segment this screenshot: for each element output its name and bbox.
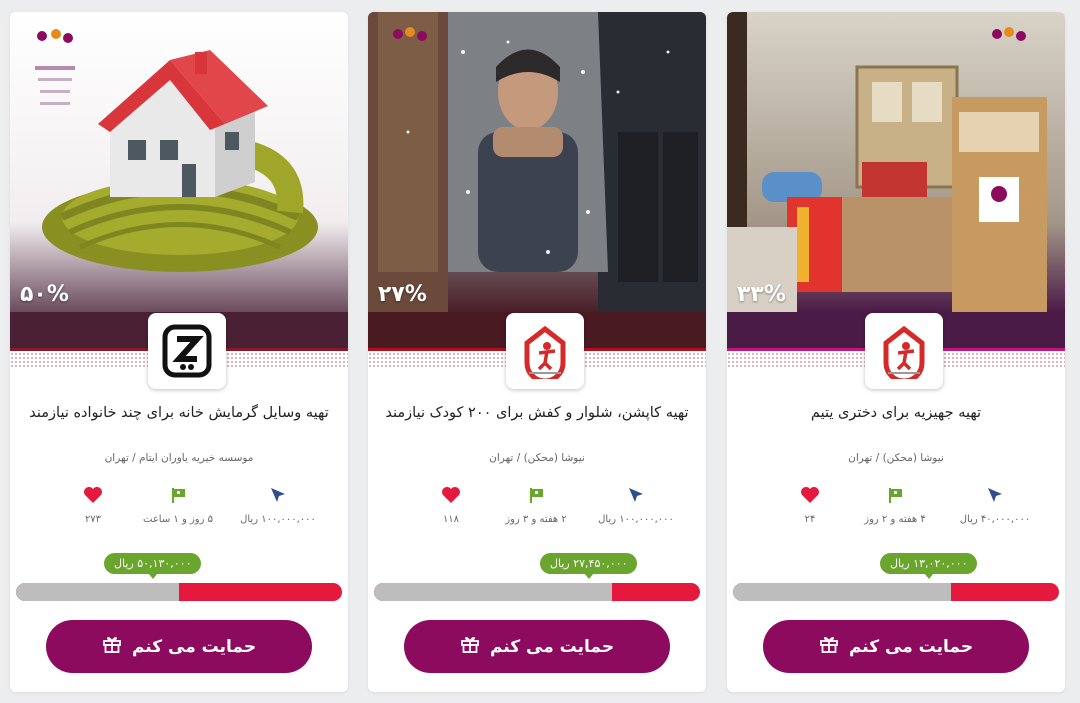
support-button[interactable]: حمایت می کنم <box>404 620 670 673</box>
progress-fill <box>733 583 952 601</box>
support-button-label: حمایت می کنم <box>489 636 615 657</box>
raised-amount-badge: ۵۰,۱۳۰,۰۰۰ ریال <box>104 553 202 579</box>
charity-location[interactable]: نیوشا (محکن) / تهران <box>727 452 1065 464</box>
campaign-stats: ۱۰۰,۰۰۰,۰۰۰ ریال ۵ روز و ۱ ساعت ۲۷۳ <box>10 484 348 534</box>
campaign-card[interactable]: ۲۷% تهیه کاپشن، شلوار و کفش برای ۲۰۰ کود… <box>368 12 706 692</box>
charity-logo[interactable] <box>865 313 943 389</box>
charity-logo[interactable] <box>506 313 584 389</box>
yavaran-logo-icon <box>162 324 212 378</box>
funded-percent: ۵۰% <box>20 282 69 307</box>
likes-count: ۲۷۳ <box>84 514 102 525</box>
likes-count: ۲۴ <box>804 514 816 525</box>
campaign-photo-house-scarf[interactable]: ۵۰% <box>10 12 348 312</box>
campaign-card[interactable]: ۵۰% تهیه وسایل گرمایش خانه برای چند خانو… <box>10 12 348 692</box>
campaign-photo-dowry-boxes[interactable]: ۳۳% <box>727 12 1065 312</box>
target-amount: ۴۰,۰۰۰,۰۰۰ ریال <box>959 514 1031 525</box>
badge-pointer <box>147 573 158 579</box>
gift-icon <box>460 634 480 659</box>
support-button[interactable]: حمایت می کنم <box>46 620 312 673</box>
cursor-arrow-icon <box>581 484 691 506</box>
campaign-title[interactable]: تهیه جهیزیه برای دختری یتیم <box>735 405 1057 421</box>
cursor-arrow-icon <box>223 484 333 506</box>
heart-icon[interactable] <box>38 484 148 506</box>
support-button-label: حمایت می کنم <box>131 636 257 657</box>
progress-fill <box>16 583 179 601</box>
stat-target: ۱۰۰,۰۰۰,۰۰۰ ریال <box>581 484 691 525</box>
funded-percent: ۳۳% <box>737 282 786 307</box>
mahak-logo-icon <box>883 325 925 379</box>
heart-icon[interactable] <box>755 484 865 506</box>
progress-bar <box>733 583 1059 601</box>
campaign-card[interactable]: ۳۳% تهیه جهیزیه برای دختری یتیم نیوشا (م… <box>727 12 1065 692</box>
cursor-arrow-icon <box>940 484 1050 506</box>
badge-pointer <box>923 573 934 579</box>
stat-likes[interactable]: ۲۴ <box>755 484 865 525</box>
mahak-logo-icon <box>524 325 566 379</box>
raised-amount: ۲۷,۴۵۰,۰۰۰ ریال <box>550 557 628 570</box>
stat-likes[interactable]: ۲۷۳ <box>38 484 148 525</box>
stat-target: ۱۰۰,۰۰۰,۰۰۰ ریال <box>223 484 333 525</box>
gift-icon <box>102 634 122 659</box>
progress-fill <box>374 583 612 601</box>
gift-icon <box>819 634 839 659</box>
progress-bar <box>16 583 342 601</box>
campaign-photo-child-snow[interactable]: ۲۷% <box>368 12 706 312</box>
raised-amount: ۵۰,۱۳۰,۰۰۰ ریال <box>114 557 192 570</box>
stat-likes[interactable]: ۱۱۸ <box>396 484 506 525</box>
likes-count: ۱۱۸ <box>442 514 460 525</box>
support-button-label: حمایت می کنم <box>848 636 974 657</box>
charity-location[interactable]: نیوشا (محکن) / تهران <box>368 452 706 464</box>
charity-location[interactable]: موسسه خیریه یاوران ایتام / تهران <box>10 452 348 464</box>
campaign-stats: ۴۰,۰۰۰,۰۰۰ ریال ۴ هفته و ۲ روز ۲۴ <box>727 484 1065 534</box>
campaign-cards: ۵۰% تهیه وسایل گرمایش خانه برای چند خانو… <box>0 0 1080 703</box>
raised-amount-badge: ۲۷,۴۵۰,۰۰۰ ریال <box>540 553 638 579</box>
campaign-stats: ۱۰۰,۰۰۰,۰۰۰ ریال ۲ هفته و ۳ روز ۱۱۸ <box>368 484 706 534</box>
campaign-title[interactable]: تهیه کاپشن، شلوار و کفش برای ۲۰۰ کودک نی… <box>376 405 698 421</box>
charity-logo[interactable] <box>148 313 226 389</box>
target-amount: ۱۰۰,۰۰۰,۰۰۰ ریال <box>240 514 316 525</box>
stat-target: ۴۰,۰۰۰,۰۰۰ ریال <box>940 484 1050 525</box>
campaign-title[interactable]: تهیه وسایل گرمایش خانه برای چند خانواده … <box>18 405 340 421</box>
raised-amount: ۱۳,۰۲۰,۰۰۰ ریال <box>890 557 968 570</box>
funded-percent: ۲۷% <box>378 282 427 307</box>
support-button[interactable]: حمایت می کنم <box>763 620 1029 673</box>
heart-icon[interactable] <box>396 484 506 506</box>
badge-pointer <box>583 573 594 579</box>
progress-bar <box>374 583 700 601</box>
raised-amount-badge: ۱۳,۰۲۰,۰۰۰ ریال <box>880 553 978 579</box>
target-amount: ۱۰۰,۰۰۰,۰۰۰ ریال <box>598 514 674 525</box>
